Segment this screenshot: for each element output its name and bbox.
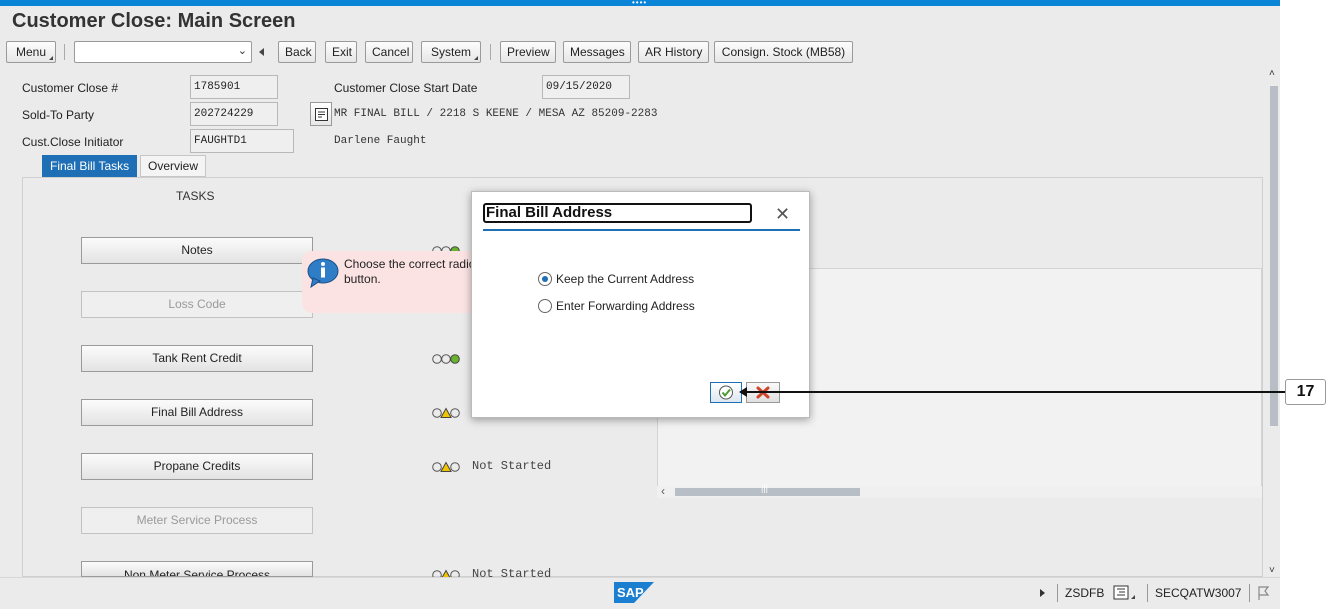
- loss-code-button: Loss Code: [81, 291, 313, 318]
- grip-icon: |||: [761, 483, 769, 493]
- initiator-name: Darlene Faught: [334, 135, 427, 147]
- page-title: Customer Close: Main Screen: [12, 10, 296, 32]
- info-icon: [307, 258, 339, 288]
- start-date-label: Customer Close Start Date: [334, 81, 478, 95]
- sold-to-field[interactable]: 202724229: [190, 102, 278, 126]
- status-yellow-icon: [432, 407, 460, 418]
- sold-to-label: Sold-To Party: [22, 108, 95, 122]
- chevron-down-icon: ⌄: [237, 45, 247, 57]
- scroll-thumb[interactable]: [1270, 86, 1278, 426]
- tab-final-bill-tasks[interactable]: Final Bill Tasks: [42, 155, 138, 177]
- final-bill-address-dialog: Final Bill Address ✕ Keep the Current Ad…: [471, 191, 810, 418]
- initiator-label: Cust.Close Initiator: [22, 135, 124, 149]
- expand-right-icon[interactable]: [1040, 589, 1045, 597]
- final-bill-address-button[interactable]: Final Bill Address: [81, 399, 313, 426]
- system-name: SECQATW3007: [1155, 586, 1242, 600]
- tab-overview[interactable]: Overview: [140, 155, 207, 177]
- customer-close-field[interactable]: 1785901: [190, 75, 278, 99]
- exit-button[interactable]: Exit: [325, 41, 357, 63]
- keep-address-radio[interactable]: [538, 272, 552, 286]
- toolbar: Menu ⌄ Back Exit Cancel System Preview M…: [0, 40, 1280, 66]
- cancel-button[interactable]: Cancel: [365, 41, 413, 63]
- non-meter-service-process-button[interactable]: Non Meter Service Process: [81, 561, 313, 577]
- consign-stock-button[interactable]: Consign. Stock (MB58): [714, 41, 853, 63]
- menu-button[interactable]: Menu: [6, 41, 56, 63]
- forwarding-address-radio[interactable]: [538, 299, 552, 313]
- toolbar-separator: [64, 44, 65, 60]
- status-separator: [1147, 584, 1148, 602]
- preview-button[interactable]: Preview: [500, 41, 556, 63]
- forwarding-address-label[interactable]: Enter Forwarding Address: [556, 299, 695, 313]
- dialog-title-underline: [483, 229, 800, 231]
- callout-arrow-icon: [739, 387, 747, 397]
- messages-button[interactable]: Messages: [563, 41, 631, 63]
- top-accent-bar: ••••: [0, 0, 1280, 7]
- status-separator: [1057, 584, 1058, 602]
- svg-text:SAP: SAP: [617, 585, 644, 600]
- sap-logo: SAP: [614, 582, 654, 603]
- callout-line: [743, 391, 1285, 393]
- notes-button[interactable]: Notes: [81, 237, 313, 264]
- status-green-icon: [432, 354, 460, 364]
- program-name: ZSDFB: [1065, 586, 1105, 600]
- step-number-badge: 17: [1285, 379, 1326, 405]
- collapse-left-icon[interactable]: [259, 48, 264, 56]
- continue-button[interactable]: [710, 382, 742, 403]
- sold-to-address: MR FINAL BILL / 2218 S KEENE / MESA AZ 8…: [334, 108, 658, 120]
- start-date-field[interactable]: 09/15/2020: [542, 75, 630, 99]
- propane-credits-button[interactable]: Propane Credits: [81, 453, 313, 480]
- non-meter-status-text: Not Started: [472, 567, 552, 577]
- tasks-header: TASKS: [176, 189, 215, 203]
- ar-history-button[interactable]: AR History: [638, 41, 709, 63]
- session-icon[interactable]: [1113, 585, 1137, 601]
- back-button[interactable]: Back: [278, 41, 316, 63]
- memo-button[interactable]: [310, 102, 332, 126]
- horizontal-scrollbar[interactable]: ‹ |||: [657, 483, 1262, 498]
- status-separator: [1249, 584, 1250, 602]
- flag-icon[interactable]: [1257, 585, 1271, 601]
- scroll-left-icon[interactable]: ‹: [661, 484, 665, 498]
- toolbar-separator: [490, 44, 491, 60]
- status-yellow-icon: [432, 461, 460, 472]
- keep-address-label[interactable]: Keep the Current Address: [556, 272, 694, 286]
- tank-rent-credit-button[interactable]: Tank Rent Credit: [81, 345, 313, 372]
- scroll-up-icon[interactable]: ˄: [1269, 68, 1275, 79]
- command-field[interactable]: ⌄: [74, 41, 252, 63]
- dialog-title: Final Bill Address: [483, 203, 752, 223]
- system-button[interactable]: System: [421, 41, 481, 63]
- vertical-scrollbar[interactable]: ˄ ˅: [1268, 68, 1280, 576]
- initiator-field[interactable]: FAUGHTD1: [190, 129, 294, 153]
- checkmark-icon: [719, 385, 733, 400]
- propane-status-text: Not Started: [472, 459, 552, 473]
- customer-close-label: Customer Close #: [22, 81, 119, 95]
- note-icon: [315, 108, 328, 121]
- close-icon[interactable]: ✕: [775, 204, 790, 225]
- meter-service-process-button: Meter Service Process: [81, 507, 313, 534]
- scroll-down-icon[interactable]: ˅: [1269, 565, 1275, 576]
